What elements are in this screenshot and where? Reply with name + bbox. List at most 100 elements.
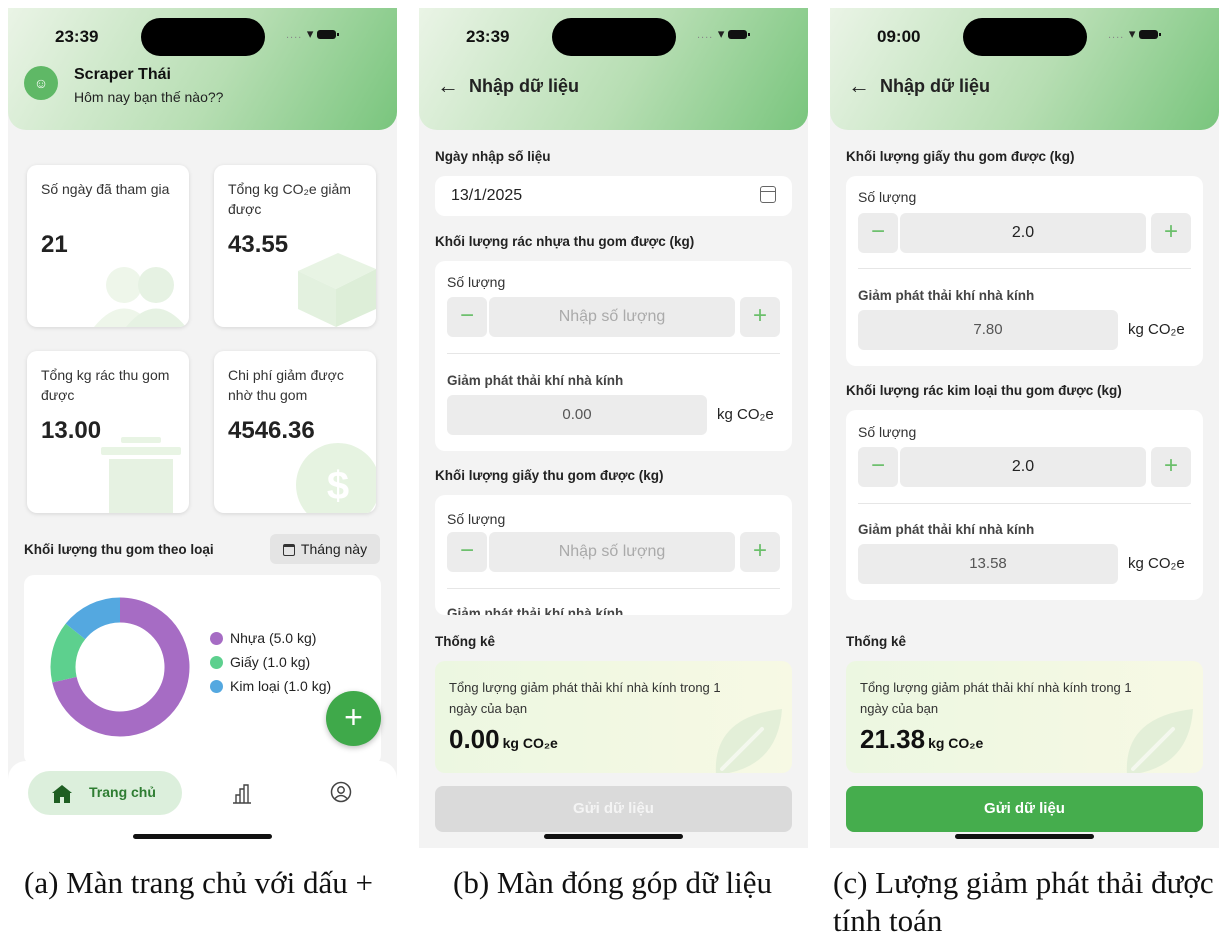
paper-emission-value: 7.80 [858, 310, 1118, 350]
paper-input-card: Số lượng − Nhập số lượng + Giảm phát thả… [435, 495, 792, 615]
submit-button[interactable]: Gửi dữ liệu [846, 786, 1203, 832]
leaf-icon [715, 709, 782, 773]
summary-unit: kg CO₂e [502, 735, 558, 751]
divider [858, 268, 1191, 269]
emission-label: Giảm phát thải khí nhà kính [447, 606, 624, 615]
stat-card-waste: Tổng kg rác thu gom được 13.00 [27, 351, 189, 513]
legend-item-plastic: Nhựa (5.0 kg) [210, 630, 316, 646]
emission-unit: kg CO₂e [1128, 321, 1185, 338]
metal-section-label: Khối lượng rác kim loại thu gom được (kg… [846, 383, 1122, 398]
user-icon: ☺ [33, 75, 49, 91]
home-indicator [133, 834, 272, 839]
page-title: Nhập dữ liệu [469, 76, 580, 96]
paper-qty-input[interactable]: 2.0 [900, 213, 1146, 253]
chart-icon[interactable] [232, 784, 252, 804]
battery-icon [728, 30, 751, 40]
user-greeting: Hôm nay bạn thế nào?? [74, 89, 224, 105]
data-entry-screen: 23:39 .... ▾ ← Nhập dữ liệu Ngày nhập số… [419, 8, 808, 848]
qty-label: Số lượng [447, 274, 506, 290]
emission-unit: kg CO₂e [1128, 555, 1185, 572]
submit-button[interactable]: Gửi dữ liệu [435, 786, 792, 832]
plastic-section-label: Khối lượng rác nhựa thu gom được (kg) [435, 234, 695, 249]
stat-card-days: Số ngày đã tham gia 21 [27, 165, 189, 327]
paper-input-card: Số lượng − 2.0 + Giảm phát thải khí nhà … [846, 176, 1203, 366]
increment-button[interactable]: + [740, 297, 780, 337]
result-screen: 09:00 .... ▾ ← Nhập dữ liệu Khối lượng g… [830, 8, 1219, 848]
metal-qty-input[interactable]: 2.0 [900, 447, 1146, 487]
trash-icon [101, 437, 181, 513]
plastic-emission-value: 0.00 [447, 395, 707, 435]
back-arrow-icon[interactable]: ← [437, 75, 459, 97]
wifi-icon: ▾ [306, 26, 315, 41]
increment-button[interactable]: + [1151, 447, 1191, 487]
profile-icon[interactable] [330, 781, 352, 803]
paper-qty-input[interactable]: Nhập số lượng [489, 532, 735, 572]
donut-slice-paper [50, 623, 86, 683]
period-select-button[interactable]: Tháng này [270, 534, 380, 564]
avatar[interactable]: ☺ [24, 66, 58, 100]
legend-item-metal: Kim loại (1.0 kg) [210, 678, 331, 694]
emission-label: Giảm phát thải khí nhà kính [858, 522, 1035, 537]
caption-b: (b) Màn đóng góp dữ liệu [453, 865, 773, 900]
increment-button[interactable]: + [740, 532, 780, 572]
legend-dot [210, 632, 223, 645]
stat-value: 13.00 [41, 417, 102, 444]
page-title: Nhập dữ liệu [880, 76, 991, 96]
stat-label: Chi phí giảm được nhờ thu gom [228, 367, 344, 403]
back-arrow-icon[interactable]: ← [848, 75, 870, 97]
dollar-icon: $ [296, 443, 376, 513]
nav-home[interactable]: Trang chủ [28, 771, 182, 815]
status-icons: .... ▾ [286, 26, 340, 42]
chart-card: Nhựa (5.0 kg) Giấy (1.0 kg) Kim loại (1.… [24, 575, 381, 765]
qty-label: Số lượng [447, 511, 506, 527]
increment-button[interactable]: + [1151, 213, 1191, 253]
calendar-icon [282, 544, 295, 556]
metal-emission-value: 13.58 [858, 544, 1118, 584]
box-icon [298, 253, 376, 327]
summary-value-row: 21.38 kg CO₂e [860, 724, 983, 755]
legend-label: Giấy (1.0 kg) [230, 654, 311, 670]
emission-label: Giảm phát thải khí nhà kính [447, 373, 624, 388]
legend-label: Kim loại (1.0 kg) [230, 678, 332, 694]
wifi-icon: ▾ [717, 26, 726, 41]
stat-value: 21 [41, 231, 68, 258]
dynamic-island [963, 18, 1087, 56]
date-label: Ngày nhập số liệu [435, 149, 551, 164]
status-icons: .... ▾ [697, 26, 751, 42]
legend-item-paper: Giấy (1.0 kg) [210, 654, 310, 670]
summary-card: Tổng lượng giảm phát thải khí nhà kính t… [435, 661, 792, 773]
paper-section-label: Khối lượng giấy thu gom được (kg) [846, 149, 1075, 164]
calendar-icon[interactable] [760, 186, 776, 203]
summary-card: Tổng lượng giảm phát thải khí nhà kính t… [846, 661, 1203, 773]
decrement-button[interactable]: − [858, 213, 898, 253]
divider [858, 503, 1191, 504]
decrement-button[interactable]: − [858, 447, 898, 487]
status-time: 23:39 [466, 27, 510, 46]
battery-icon [317, 30, 340, 40]
legend-dot [210, 656, 223, 669]
stat-value: 43.55 [228, 231, 289, 258]
home-indicator [955, 834, 1094, 839]
decrement-button[interactable]: − [447, 297, 487, 337]
svg-text:$: $ [327, 464, 349, 508]
home-icon [52, 785, 72, 803]
date-field[interactable]: 13/1/2025 [435, 176, 792, 216]
home-screen: 23:39 .... ▾ ☺ Scraper Thái Hôm nay bạn … [8, 8, 397, 848]
caption-a: (a) Màn trang chủ với dấu + [24, 865, 373, 900]
metal-input-card: Số lượng − 2.0 + Giảm phát thải khí nhà … [846, 410, 1203, 600]
stat-label: Số ngày đã tham gia [41, 181, 170, 197]
emission-unit: kg CO₂e [717, 406, 774, 423]
divider [447, 588, 780, 589]
plastic-qty-input[interactable]: Nhập số lượng [489, 297, 735, 337]
stat-card-co2: Tổng kg CO₂e giảm được 43.55 [214, 165, 376, 327]
qty-label: Số lượng [858, 189, 917, 205]
emission-label: Giảm phát thải khí nhà kính [858, 288, 1035, 303]
decrement-button[interactable]: − [447, 532, 487, 572]
status-icons: .... ▾ [1108, 26, 1162, 42]
summary-text: Tổng lượng giảm phát thải khí nhà kính t… [860, 680, 1132, 716]
legend-label: Nhựa (5.0 kg) [230, 630, 317, 646]
period-label: Tháng này [300, 541, 368, 557]
scroll-fade [419, 615, 808, 625]
divider [447, 353, 780, 354]
add-data-button[interactable]: + [326, 691, 381, 746]
